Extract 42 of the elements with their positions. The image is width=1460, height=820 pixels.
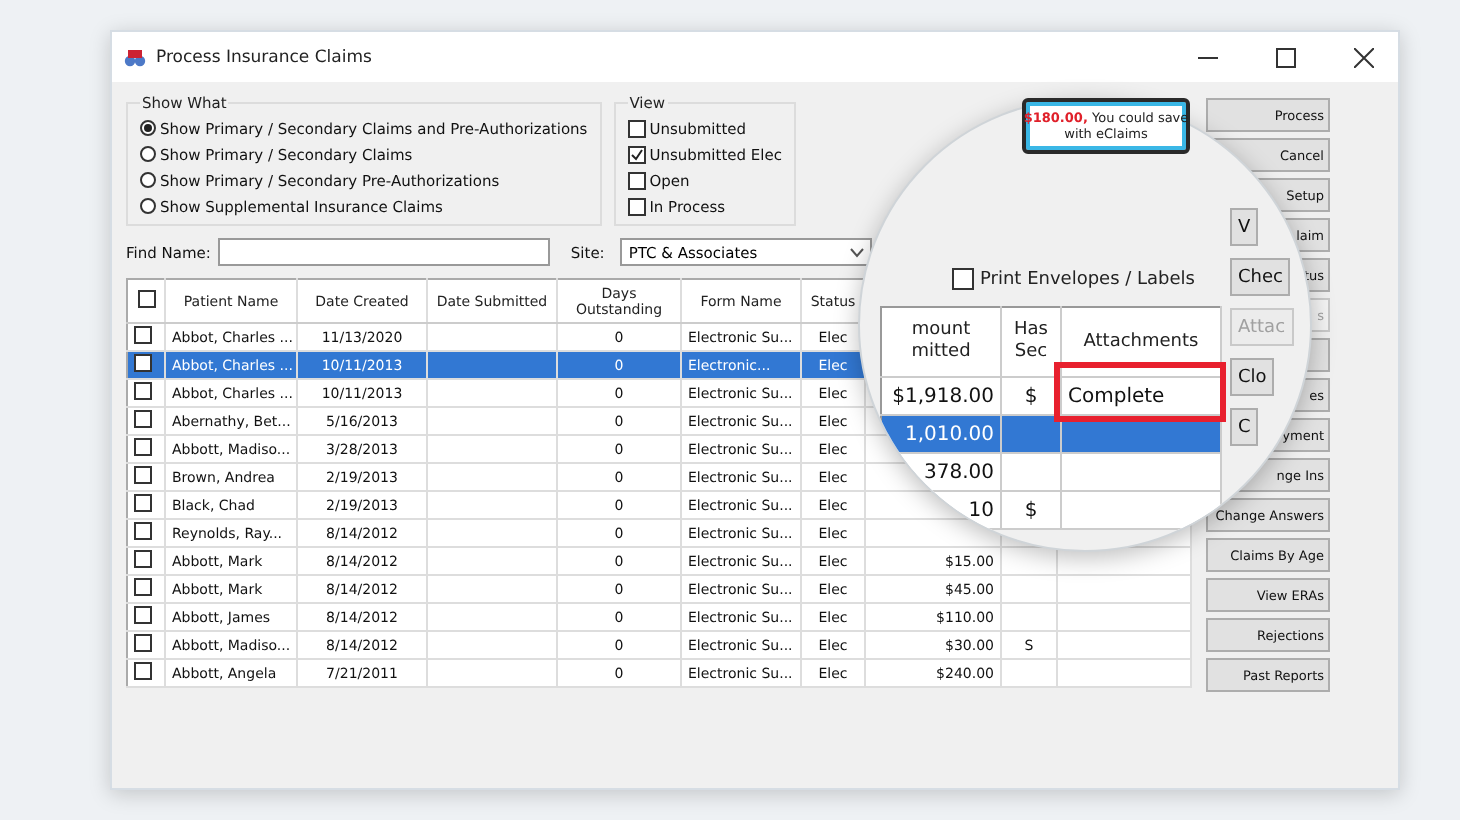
checkbox[interactable] [952, 268, 974, 290]
radio-button[interactable] [140, 120, 156, 136]
row-checkbox[interactable] [134, 578, 152, 596]
minimize-icon[interactable] [1198, 55, 1218, 59]
row-checkbox[interactable] [134, 354, 152, 372]
side-button[interactable]: C [1230, 408, 1259, 446]
select-all-checkbox[interactable] [137, 290, 155, 308]
table-cell: 378.00 [924, 461, 994, 483]
window-title: Process Insurance Claims [156, 47, 374, 67]
table-cell: Complete [1068, 385, 1165, 407]
maximize-icon[interactable] [1276, 47, 1296, 67]
radio-button[interactable] [140, 198, 156, 214]
table-cell: $1,918.00 [892, 385, 994, 407]
row-checkbox[interactable] [134, 634, 152, 652]
dropdown-caret-icon[interactable] [850, 247, 865, 257]
side-button[interactable]: V [1230, 208, 1259, 246]
row-checkbox[interactable] [134, 410, 152, 428]
row-checkbox[interactable] [134, 606, 152, 624]
row-checkbox[interactable] [134, 438, 152, 456]
close-icon[interactable] [1354, 47, 1374, 67]
row-checkbox[interactable] [134, 550, 152, 568]
radio-button[interactable] [140, 146, 156, 162]
radio-button[interactable] [140, 172, 156, 188]
find-name-field[interactable] [218, 238, 551, 266]
row-checkbox[interactable] [134, 662, 152, 680]
row-checkbox[interactable] [134, 466, 152, 484]
app-icon [124, 47, 146, 67]
row-checkbox[interactable] [134, 382, 152, 400]
checkbox-label: Print Envelopes / Labels [980, 269, 1195, 289]
row-checkbox[interactable] [134, 326, 152, 344]
table-cell: $ [1024, 385, 1038, 407]
checkbox[interactable] [627, 171, 646, 189]
table-cell: 10 [968, 499, 994, 521]
checkbox[interactable] [627, 197, 646, 215]
row-checkbox[interactable] [134, 494, 152, 512]
side-button[interactable]: Clo [1230, 358, 1275, 396]
side-button[interactable]: Chec [1230, 258, 1291, 296]
table-cell: $ [1024, 499, 1038, 521]
checkbox[interactable] [627, 145, 646, 163]
table-row[interactable]: $1,918.00 $ Complete [881, 377, 1221, 415]
checkbox[interactable] [627, 119, 646, 137]
row-checkbox[interactable] [134, 522, 152, 540]
